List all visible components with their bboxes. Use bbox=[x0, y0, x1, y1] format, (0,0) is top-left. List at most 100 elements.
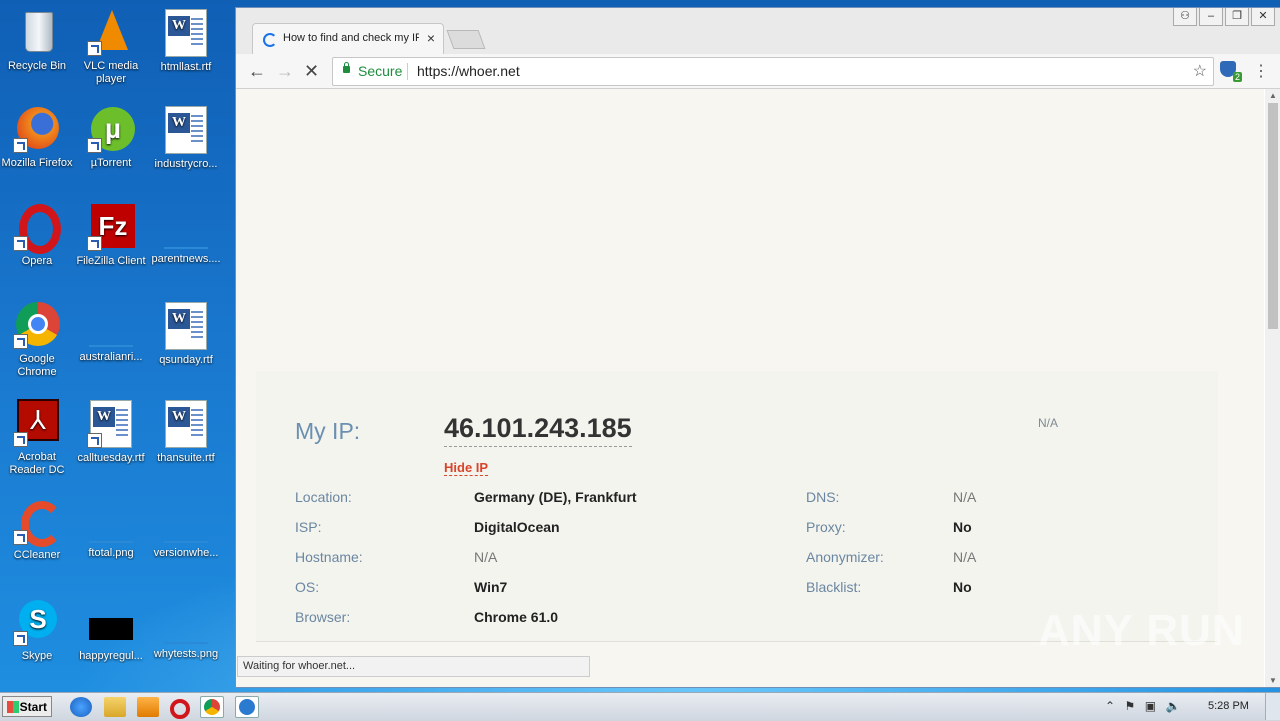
word-document-icon: W bbox=[162, 302, 210, 350]
opera-taskbar-icon[interactable] bbox=[170, 699, 190, 719]
window-controls: ⚇ – ❐ ✕ bbox=[1173, 8, 1275, 28]
tab-close-icon[interactable]: × bbox=[427, 30, 435, 46]
desktop-icon-htmllast[interactable]: W htmllast.rtf bbox=[149, 8, 223, 74]
blacklist-value: No bbox=[953, 579, 972, 595]
tab-title: How to find and check my IP bbox=[283, 32, 419, 44]
network-icon[interactable]: ▣ bbox=[1145, 699, 1156, 713]
bookmark-star-icon[interactable]: ☆ bbox=[1193, 61, 1207, 81]
my-ip-value[interactable]: 46.101.243.185 bbox=[444, 413, 632, 447]
image-file-icon bbox=[89, 527, 133, 543]
opera-icon bbox=[13, 203, 61, 254]
volume-icon[interactable]: 🔈 bbox=[1166, 699, 1181, 713]
location-value: Germany (DE), Frankfurt bbox=[474, 489, 637, 505]
word-document-icon: W bbox=[87, 400, 135, 448]
file-explorer-icon[interactable] bbox=[104, 697, 126, 717]
desktop-icon-ftotal[interactable]: ftotal.png bbox=[74, 497, 148, 560]
desktop-icon-filezilla[interactable]: Fz FileZilla Client bbox=[74, 203, 148, 268]
vertical-scrollbar[interactable]: ▲ ▼ bbox=[1265, 89, 1280, 687]
chrome-taskbar-icon[interactable] bbox=[200, 696, 224, 718]
desktop-icon-utorrent[interactable]: µ µTorrent bbox=[74, 105, 148, 170]
desktop-icon-whytests[interactable]: whytests.png bbox=[149, 598, 223, 661]
lock-icon bbox=[343, 62, 350, 73]
utorrent-icon: µ bbox=[87, 105, 135, 153]
extension-badge: 2 bbox=[1232, 72, 1242, 82]
tray-expand-icon[interactable]: ⌃ bbox=[1105, 699, 1115, 713]
loading-spinner-icon bbox=[263, 33, 277, 47]
file-icon bbox=[164, 233, 208, 249]
chrome-menu-icon[interactable]: ⋮ bbox=[1253, 61, 1269, 81]
browser-label: Browser: bbox=[295, 609, 351, 625]
recycle-bin-icon bbox=[13, 8, 61, 56]
firefox-icon bbox=[13, 105, 61, 153]
back-arrow-icon[interactable]: ← bbox=[248, 62, 266, 80]
restore-button[interactable]: ❐ bbox=[1225, 8, 1249, 26]
os-value: Win7 bbox=[474, 579, 508, 595]
secure-label: Secure bbox=[358, 63, 403, 79]
desktop-icon-skype[interactable]: S Skype bbox=[0, 598, 74, 663]
ip-info-card: My IP: 46.101.243.185 Hide IP N/A Locati… bbox=[256, 371, 1218, 642]
proxy-value: No bbox=[953, 519, 972, 535]
anyrun-watermark: ANY RUN bbox=[1038, 606, 1245, 655]
desktop-icon-chrome[interactable]: Google Chrome bbox=[0, 301, 74, 379]
tab-strip: How to find and check my IP × ⚇ – ❐ ✕ bbox=[236, 8, 1280, 55]
desktop-icon-versionwhe[interactable]: versionwhe... bbox=[149, 497, 223, 560]
internet-explorer-icon[interactable] bbox=[70, 697, 92, 717]
system-tray: ⌃ ⚑ ▣ 🔈 bbox=[1105, 697, 1205, 717]
profile-icon[interactable]: ⚇ bbox=[1173, 8, 1197, 26]
desktop-icon-ccleaner[interactable]: CCleaner bbox=[0, 497, 74, 562]
app-taskbar-icon[interactable] bbox=[235, 696, 259, 718]
browser-toolbar: ← → ✕ Secure https://whoer.net ☆ 2 ⋮ bbox=[236, 54, 1280, 89]
skype-icon: S bbox=[13, 598, 61, 646]
browser-value: Chrome 61.0 bbox=[474, 609, 559, 625]
page-viewport: My IP: 46.101.243.185 Hide IP N/A Locati… bbox=[236, 89, 1264, 687]
status-bubble: Waiting for whoer.net... bbox=[237, 656, 590, 677]
desktop-icon-australianri[interactable]: australianri... bbox=[74, 301, 148, 364]
desktop-icon-thansuite[interactable]: W thansuite.rtf bbox=[149, 399, 223, 465]
start-button[interactable]: Start bbox=[2, 696, 52, 717]
close-window-button[interactable]: ✕ bbox=[1251, 8, 1275, 26]
location-label: Location: bbox=[295, 489, 352, 505]
new-tab-button[interactable] bbox=[446, 30, 486, 49]
stop-loading-icon[interactable]: ✕ bbox=[304, 62, 319, 80]
scroll-up-icon[interactable]: ▲ bbox=[1269, 91, 1277, 100]
tab-whoer[interactable]: How to find and check my IP × bbox=[252, 23, 444, 55]
address-bar[interactable]: Secure https://whoer.net ☆ bbox=[332, 57, 1214, 86]
dns-label: DNS: bbox=[806, 489, 840, 505]
os-label: OS: bbox=[295, 579, 320, 595]
url-text[interactable]: https://whoer.net bbox=[417, 63, 520, 79]
scrollbar-thumb[interactable] bbox=[1268, 103, 1278, 329]
clock[interactable]: 5:28 PM bbox=[1208, 700, 1249, 712]
file-icon bbox=[164, 527, 208, 543]
forward-arrow-icon[interactable]: → bbox=[276, 62, 294, 80]
minimize-button[interactable]: – bbox=[1199, 8, 1223, 26]
word-document-icon: W bbox=[162, 9, 210, 57]
proxy-label: Proxy: bbox=[806, 519, 846, 535]
file-thumbnail-icon bbox=[87, 598, 135, 646]
file-icon bbox=[89, 331, 133, 347]
desktop-icon-calltuesday[interactable]: W calltuesday.rtf bbox=[74, 399, 148, 465]
word-document-icon: W bbox=[162, 106, 210, 154]
desktop-icon-qsunday[interactable]: W qsunday.rtf bbox=[149, 301, 223, 367]
desktop-icon-happyregul[interactable]: happyregul... bbox=[74, 598, 148, 663]
anonymizer-value: N/A bbox=[953, 549, 977, 565]
isp-value: DigitalOcean bbox=[474, 519, 560, 535]
extension-shield-icon[interactable]: 2 bbox=[1220, 61, 1242, 82]
show-desktop-button[interactable] bbox=[1265, 693, 1280, 720]
desktop-icon-industrycro[interactable]: W industrycro... bbox=[149, 105, 223, 171]
desktop-icon-vlc[interactable]: VLC media player bbox=[74, 8, 148, 86]
media-player-icon[interactable] bbox=[137, 697, 159, 717]
scroll-down-icon[interactable]: ▼ bbox=[1269, 676, 1277, 685]
acrobat-icon: ⅄ bbox=[13, 399, 61, 447]
isp-label: ISP: bbox=[295, 519, 322, 535]
desktop-icon-firefox[interactable]: Mozilla Firefox bbox=[0, 105, 74, 170]
desktop-icon-recycle-bin[interactable]: Recycle Bin bbox=[0, 8, 74, 73]
desktop-icon-opera[interactable]: Opera bbox=[0, 203, 74, 268]
faded-placeholder bbox=[688, 416, 718, 430]
filezilla-icon: Fz bbox=[87, 203, 135, 251]
action-center-icon[interactable]: ⚑ bbox=[1125, 699, 1136, 713]
taskbar: Start ⌃ ⚑ ▣ 🔈 5:28 PM bbox=[0, 692, 1280, 721]
anonymizer-label: Anonymizer: bbox=[806, 549, 884, 565]
desktop-icon-acrobat[interactable]: ⅄ Acrobat Reader DC bbox=[0, 399, 74, 477]
hide-ip-link[interactable]: Hide IP bbox=[444, 460, 489, 476]
desktop-icon-parentnews[interactable]: parentnews.... bbox=[149, 203, 223, 266]
